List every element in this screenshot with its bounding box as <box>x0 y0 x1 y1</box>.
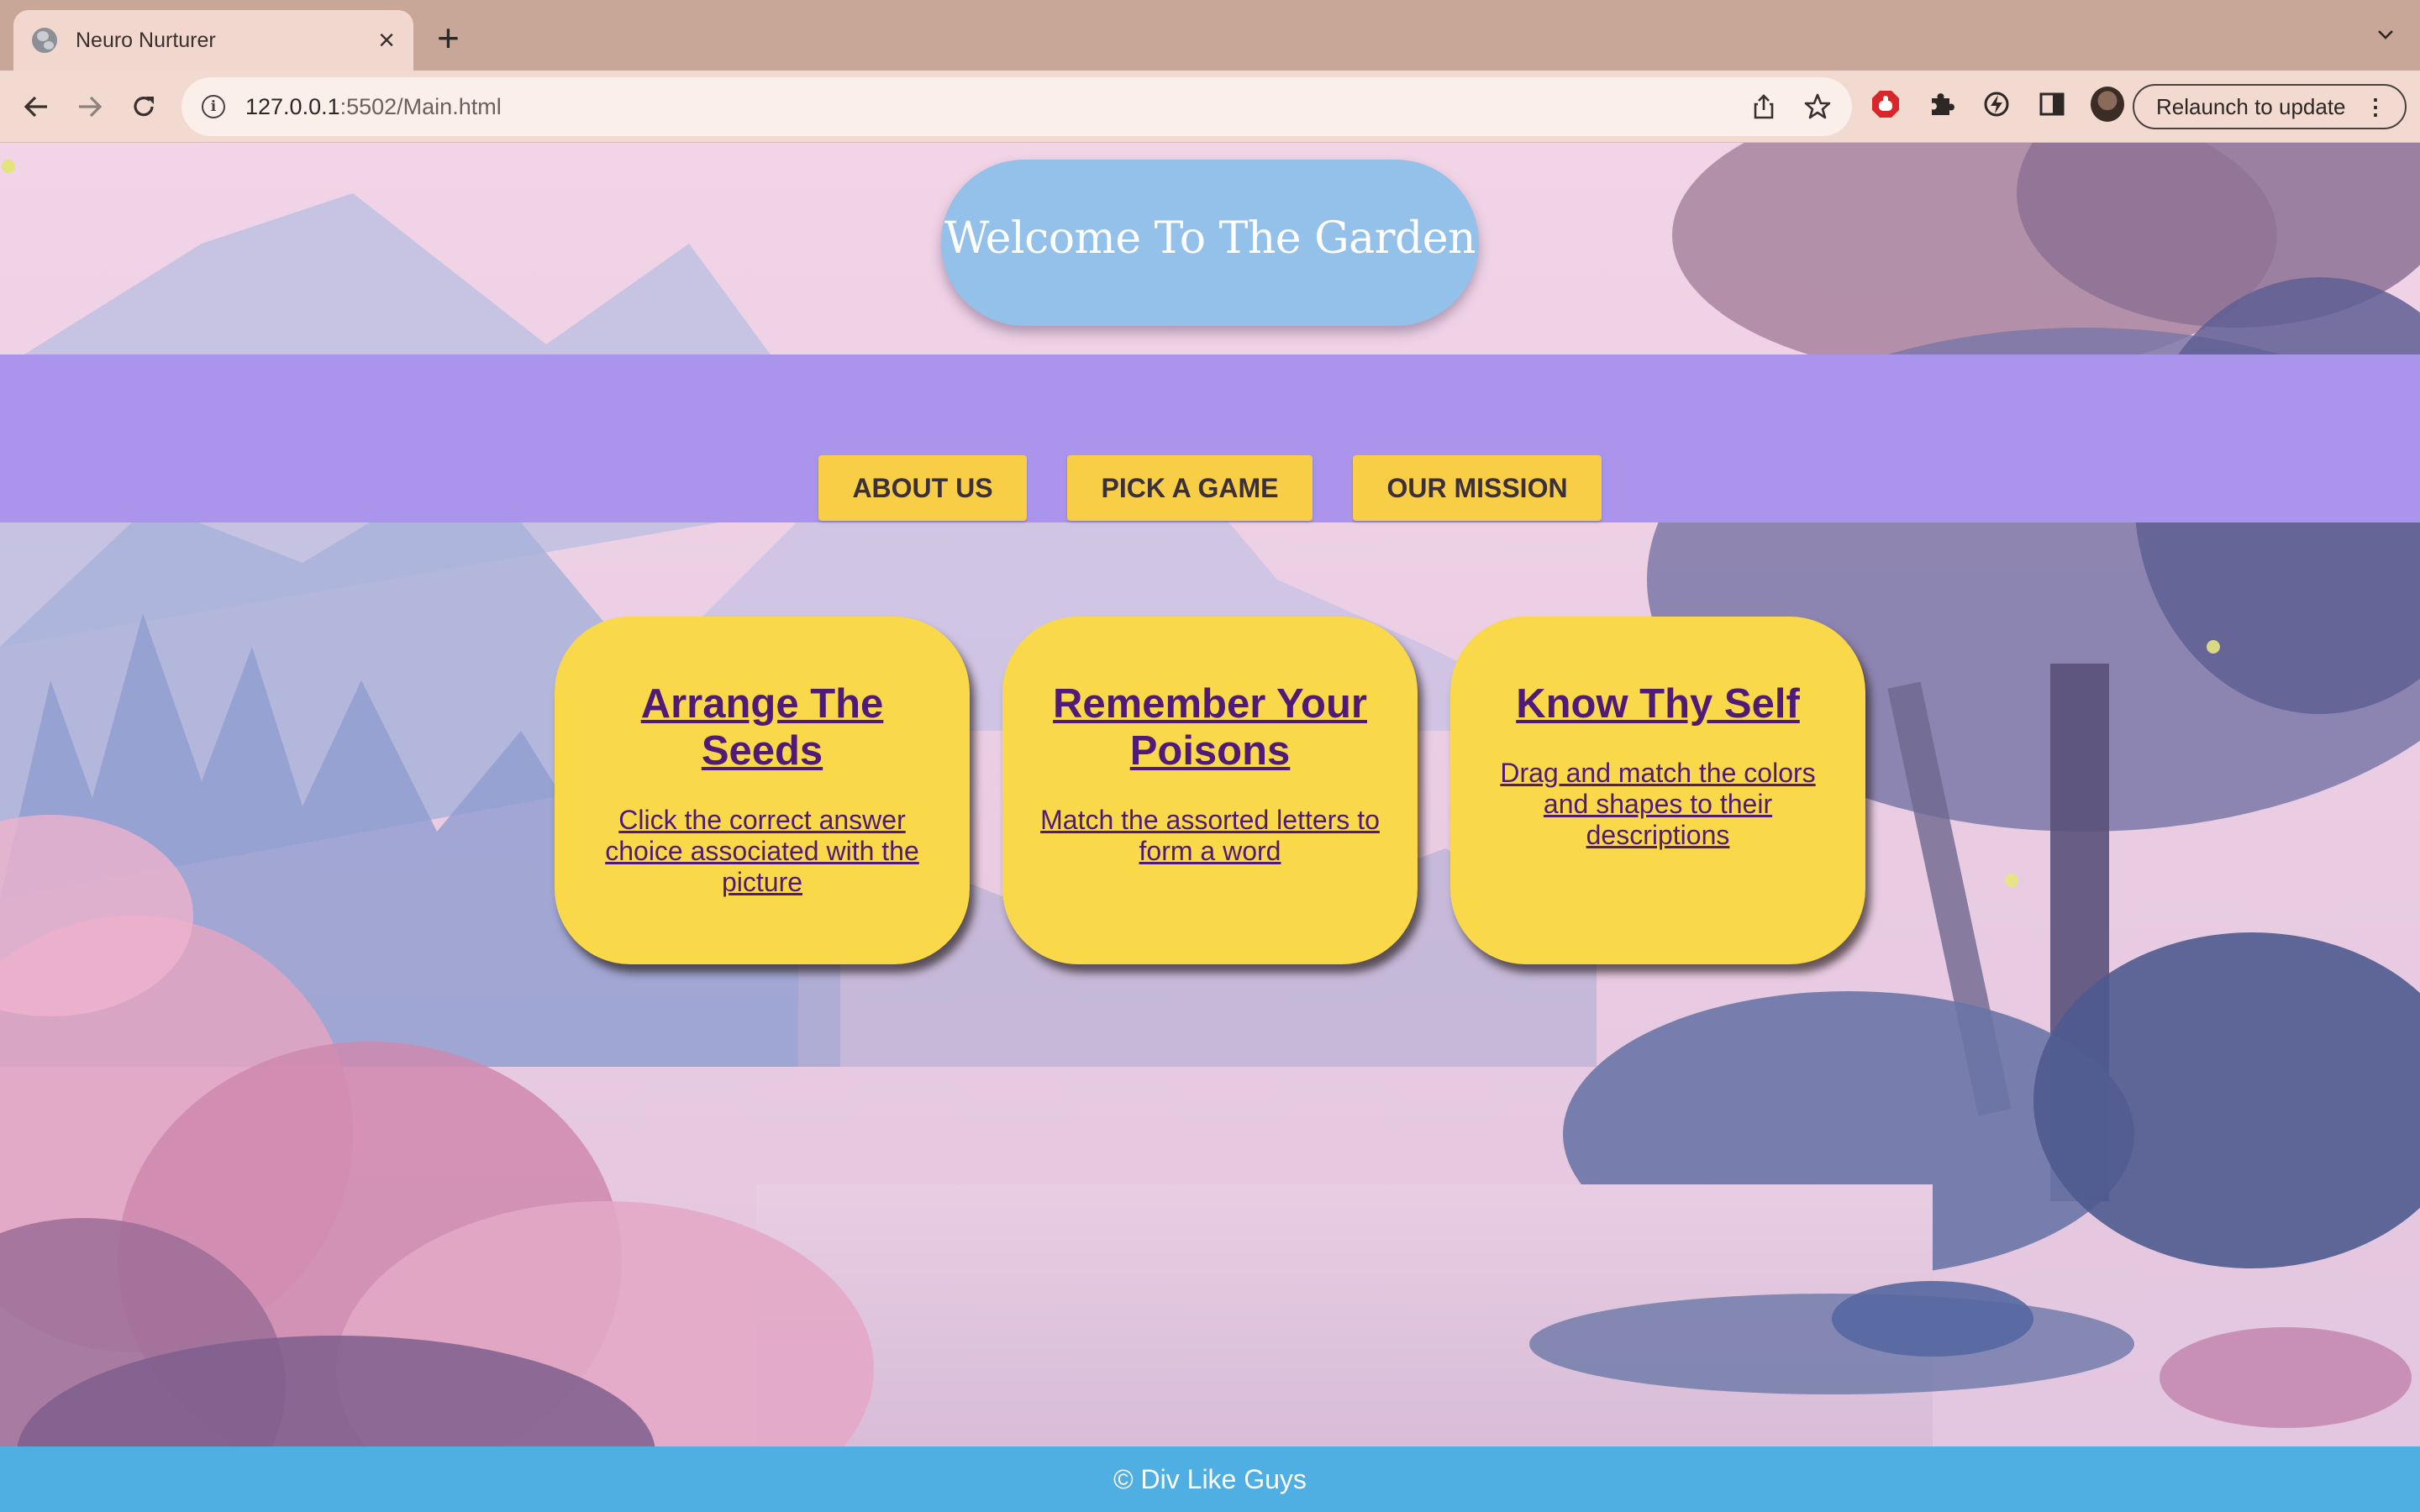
profile-avatar[interactable] <box>2091 87 2124 122</box>
game-description-link[interactable]: Click the correct answer choice associat… <box>592 805 933 898</box>
relaunch-button[interactable]: Relaunch to update ⋮ <box>2133 84 2407 129</box>
back-button[interactable] <box>18 89 54 124</box>
game-description-link[interactable]: Drag and match the colors and shapes to … <box>1487 758 1828 851</box>
site-info-icon[interactable]: i <box>202 95 225 118</box>
chevron-down-icon[interactable] <box>2376 25 2395 44</box>
reload-icon <box>134 97 154 117</box>
game-title-link[interactable]: Remember Your Poisons <box>1039 680 1381 774</box>
game-description-link[interactable]: Match the assorted letters to form a wor… <box>1039 805 1381 867</box>
relaunch-label: Relaunch to update <box>2156 93 2346 119</box>
bookmark-star-icon[interactable] <box>1803 92 1832 121</box>
about-us-button[interactable]: ABOUT US <box>818 455 1027 521</box>
globe-icon <box>32 28 57 53</box>
header-banner: Welcome To The Garden <box>941 160 1479 326</box>
address-bar[interactable]: i 127.0.0.1:5502/Main.html <box>182 77 1852 136</box>
tab-title: Neuro Nurturer <box>76 28 216 52</box>
game-card-know-thy-self[interactable]: Know Thy Self Drag and match the colors … <box>1450 617 1865 964</box>
url-text: 127.0.0.1:5502/Main.html <box>245 94 502 120</box>
page-title: Welcome To The Garden <box>944 213 1476 264</box>
browser-toolbar: i 127.0.0.1:5502/Main.html Relaunch to u… <box>0 71 2420 143</box>
pick-a-game-button[interactable]: PICK A GAME <box>1067 455 1313 521</box>
browser-menu-icon[interactable]: ⋮ <box>2365 96 2386 118</box>
side-panel-icon[interactable] <box>2035 87 2069 121</box>
new-tab-button[interactable]: + <box>437 18 460 57</box>
adblock-extension-icon[interactable] <box>1869 87 1902 121</box>
game-title-link[interactable]: Arrange The Seeds <box>592 680 933 774</box>
footer: © Div Like Guys <box>0 1446 2420 1512</box>
share-icon[interactable] <box>1749 92 1778 121</box>
game-title-link[interactable]: Know Thy Self <box>1487 680 1828 727</box>
tab-strip: Neuro Nurturer × + <box>0 0 2420 71</box>
page-viewport: Welcome To The Garden ABOUT US PICK A GA… <box>0 143 2420 1512</box>
puzzle-extensions-icon[interactable] <box>1924 87 1958 121</box>
copyright-text: © Div Like Guys <box>1113 1463 1307 1494</box>
extensions-area <box>1869 87 2124 122</box>
arrow-right-icon <box>79 96 103 118</box>
close-tab-icon[interactable]: × <box>378 26 395 55</box>
game-card-remember-your-poisons[interactable]: Remember Your Poisons Match the assorted… <box>1002 617 1418 964</box>
url-path: :5502/Main.html <box>339 93 502 119</box>
performance-icon[interactable] <box>1980 87 2013 121</box>
our-mission-button[interactable]: OUR MISSION <box>1353 455 1602 521</box>
browser-tab[interactable]: Neuro Nurturer × <box>13 10 413 71</box>
forward-button[interactable] <box>72 89 108 124</box>
reload-button[interactable] <box>126 89 161 124</box>
game-card-arrange-the-seeds[interactable]: Arrange The Seeds Click the correct answ… <box>555 617 970 964</box>
url-host: 127.0.0.1 <box>245 93 340 119</box>
arrow-left-icon <box>24 96 47 118</box>
